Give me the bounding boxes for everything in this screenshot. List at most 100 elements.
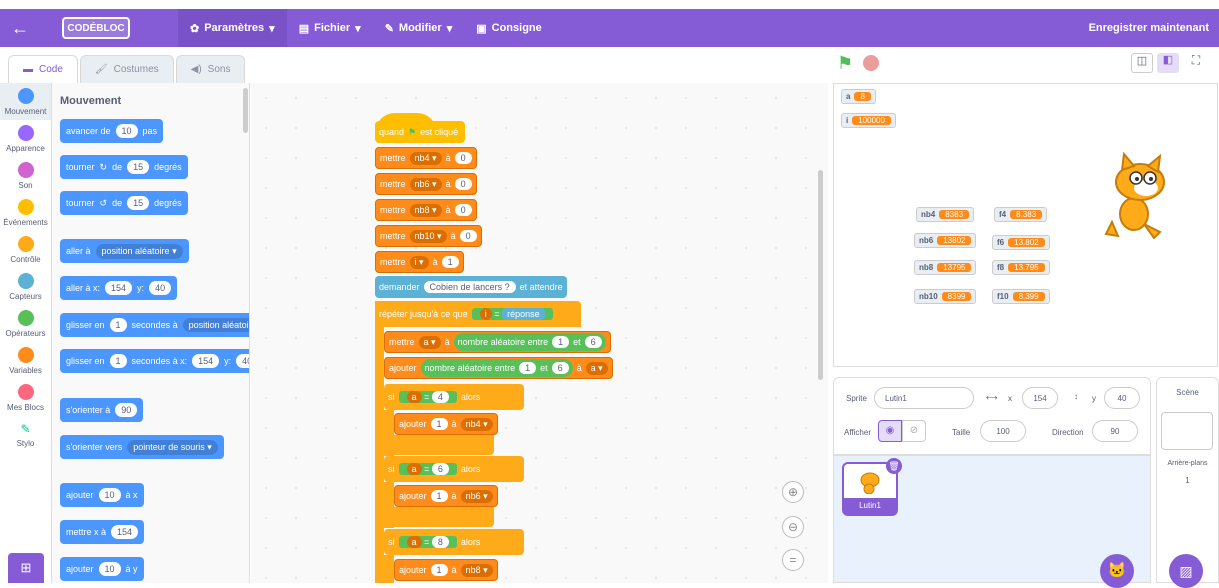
variable-reporter[interactable]: a	[406, 391, 422, 403]
back-arrow-icon[interactable]: ←	[0, 18, 40, 39]
answer-reporter[interactable]: réponse	[502, 308, 545, 320]
change-variable-block[interactable]: ajouter 1 à nb8 ▾	[394, 559, 498, 581]
block-input[interactable]: 6	[551, 362, 569, 374]
logo[interactable]: CODÉBLOC	[62, 17, 130, 39]
x-input[interactable]: 154	[1022, 387, 1058, 409]
if-block[interactable]: si a = 4 alors	[384, 384, 524, 410]
change-variable-block[interactable]: ajouter 1 à nb4 ▾	[394, 413, 498, 435]
variable-dropdown[interactable]: nb8 ▾	[409, 203, 442, 217]
add-extension-button[interactable]: ⊞	[8, 553, 44, 583]
block-glide[interactable]: glisser en 1 secondes à position aléatoi	[60, 313, 249, 337]
block-goto-xy[interactable]: aller à x: 154 y: 40	[60, 276, 178, 300]
direction-input[interactable]: 90	[1092, 420, 1138, 442]
block-set-x[interactable]: mettre x à 154	[60, 520, 145, 544]
block-input[interactable]: 6	[584, 336, 602, 348]
variable-dropdown[interactable]: nb4 ▾	[460, 417, 493, 431]
when-flag-clicked-block[interactable]: quand ⚑ est cliqué	[375, 121, 465, 143]
block-input[interactable]: 10	[115, 124, 138, 138]
block-input[interactable]: 1	[430, 490, 448, 502]
edit-menu[interactable]: ✎ Modifier ▾	[373, 9, 465, 47]
block-input[interactable]: 1	[109, 318, 127, 332]
set-variable-block[interactable]: mettre nb4 ▾ à 0	[375, 147, 477, 169]
stop-icon[interactable]	[863, 55, 879, 71]
block-input[interactable]: 1	[109, 354, 127, 368]
script-workspace[interactable]: quand ⚑ est cliqué mettre nb4 ▾ à 0 mettre nb6…	[251, 83, 828, 583]
block-change-x[interactable]: ajouter 10 à x	[60, 483, 144, 507]
zoom-in-button[interactable]: ⊕	[782, 481, 804, 503]
block-input[interactable]: Cobien de lancers ?	[423, 281, 516, 293]
large-stage-icon[interactable]: ◧	[1157, 53, 1179, 73]
delete-sprite-button[interactable]: 🗑	[886, 458, 902, 474]
palette-scrollbar[interactable]	[243, 88, 248, 133]
ask-and-wait-block[interactable]: demander Cobien de lancers ? et attendre	[375, 276, 567, 298]
sprite-tile[interactable]: Lutin1 🗑	[842, 458, 902, 516]
category-operators[interactable]: Opérateurs	[0, 305, 51, 342]
block-input[interactable]: 1	[552, 336, 570, 348]
block-input[interactable]: 8	[431, 536, 449, 548]
category-sensing[interactable]: Capteurs	[0, 268, 51, 305]
random-operator[interactable]: nombre aléatoire entre 1 et 6	[420, 359, 573, 377]
block-move-steps[interactable]: avancer de 10 pas	[60, 119, 164, 143]
monitor-nb10[interactable]: nb10 8399	[914, 289, 977, 304]
category-events[interactable]: Événements	[0, 194, 51, 231]
change-a-random-block[interactable]: ajouter nombre aléatoire entre 1 et 6 à a ▾	[384, 357, 613, 379]
category-variables[interactable]: Variables	[0, 342, 51, 379]
variable-dropdown[interactable]: a ▾	[418, 335, 441, 349]
block-input[interactable]: 10	[98, 562, 121, 576]
monitor-nb6[interactable]: nb6 13802	[914, 233, 977, 248]
block-input[interactable]: 154	[105, 281, 133, 295]
variable-reporter[interactable]: a	[406, 463, 422, 475]
block-input[interactable]: 15	[127, 160, 150, 174]
set-a-random-block[interactable]: mettre a ▾ à nombre aléatoire entre 1 et 6	[384, 331, 611, 353]
stage[interactable]: a8 i 100000 nb4 8383 f4 8.383 nb6 13802 f6 13…	[833, 83, 1218, 367]
block-input[interactable]: 10	[98, 488, 121, 502]
block-input[interactable]: 1	[430, 418, 448, 430]
block-input[interactable]: 0	[459, 230, 477, 242]
block-dropdown[interactable]: position aléatoire ▾	[95, 243, 183, 259]
save-now-button[interactable]: Enregistrer maintenant	[1089, 22, 1209, 34]
if-block[interactable]: si a = 6 alors	[384, 456, 524, 482]
monitor-f4[interactable]: f4 8.383	[994, 207, 1048, 222]
workspace-scrollbar[interactable]	[818, 170, 823, 380]
category-motion[interactable]: Mouvement	[0, 83, 51, 120]
instructions-menu[interactable]: ▣ Consigne	[464, 9, 554, 47]
equals-operator[interactable]: a = 8	[398, 536, 457, 548]
tab-costumes[interactable]: 🖌 Costumes	[79, 55, 174, 83]
green-flag-icon[interactable]: ⚑	[837, 53, 853, 74]
variable-reporter[interactable]: a	[406, 536, 422, 548]
cat-sprite[interactable]	[1104, 152, 1174, 242]
monitor-f10[interactable]: f10 8.399	[992, 289, 1050, 304]
equals-operator[interactable]: a = 6	[398, 463, 457, 475]
set-variable-block[interactable]: mettre nb6 ▾ à 0	[375, 173, 477, 195]
monitor-i[interactable]: i 100000	[841, 113, 896, 128]
block-input[interactable]: 15	[127, 196, 150, 210]
block-input[interactable]: 154	[111, 525, 139, 539]
block-turn-right[interactable]: tourner ↻ de 15 degrés	[60, 155, 188, 179]
block-point-direction[interactable]: s'orienter à 90	[60, 398, 144, 422]
monitor-nb4[interactable]: nb4 8383	[916, 207, 975, 222]
block-input[interactable]: 1	[441, 256, 459, 268]
block-input[interactable]: 90	[115, 403, 138, 417]
category-my-blocks[interactable]: Mes Blocs	[0, 379, 51, 416]
category-control[interactable]: Contrôle	[0, 231, 51, 268]
sprite-name-input[interactable]: Lutin1	[874, 387, 974, 409]
variable-dropdown[interactable]: nb6 ▾	[460, 489, 493, 503]
set-variable-block[interactable]: mettre i ▾ à 1	[375, 251, 464, 273]
block-input[interactable]: 1	[519, 362, 537, 374]
monitor-nb8[interactable]: nb8 13795	[914, 260, 977, 275]
equals-operator[interactable]: i = réponse	[471, 308, 553, 320]
variable-reporter[interactable]: i	[479, 308, 492, 320]
monitor-f6[interactable]: f6 13.802	[992, 235, 1050, 250]
tab-code[interactable]: ▬ Code	[8, 55, 78, 83]
if-block[interactable]: si a = 8 alors	[384, 529, 524, 555]
block-goto[interactable]: aller à position aléatoire ▾	[60, 239, 189, 263]
block-input[interactable]: 40	[236, 354, 249, 368]
size-input[interactable]: 100	[980, 420, 1026, 442]
block-input[interactable]: 4	[431, 391, 449, 403]
block-glide-xy[interactable]: glisser en 1 secondes à x: 154 y: 40	[60, 349, 249, 373]
y-input[interactable]: 40	[1104, 387, 1140, 409]
variable-dropdown[interactable]: nb10 ▾	[409, 229, 447, 243]
block-input[interactable]: 40	[149, 281, 172, 295]
variable-dropdown[interactable]: i ▾	[409, 255, 429, 269]
zoom-reset-button[interactable]: =	[782, 549, 804, 571]
